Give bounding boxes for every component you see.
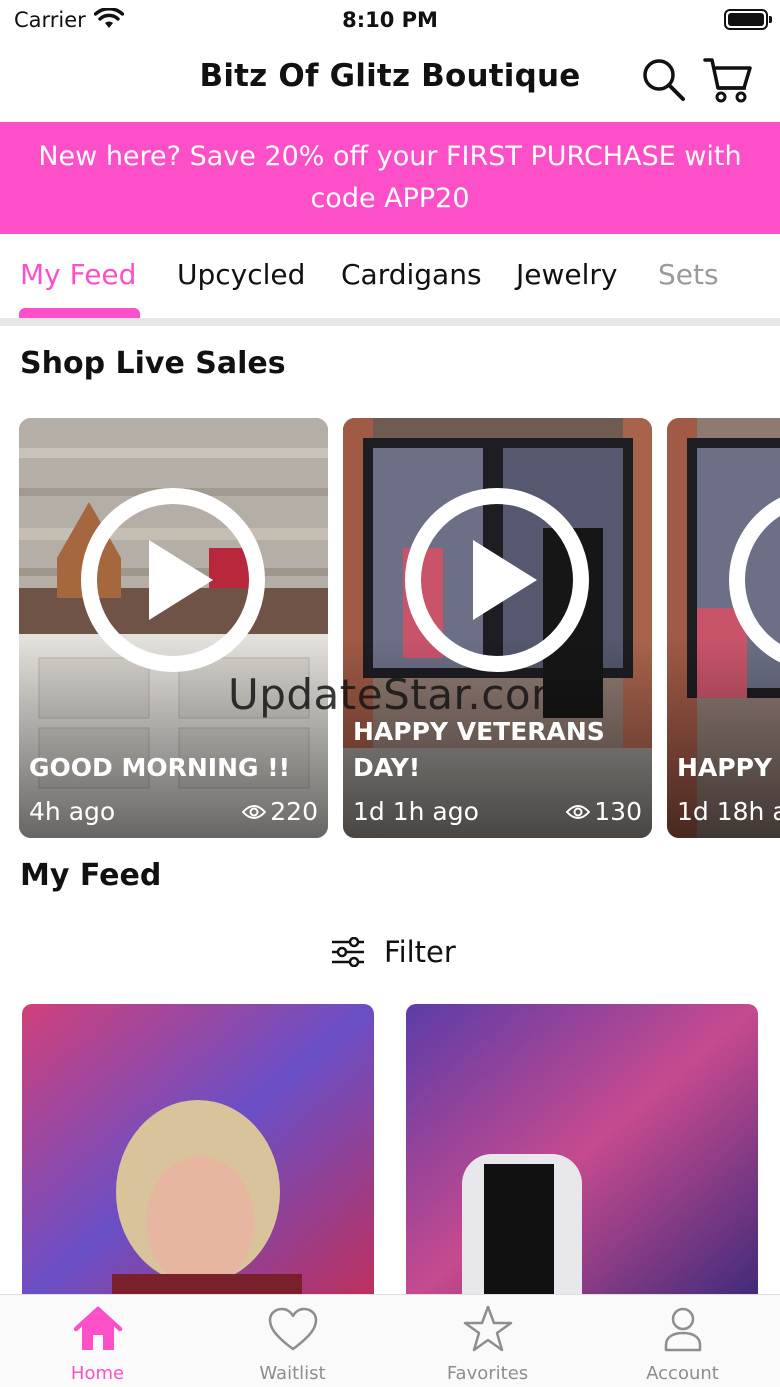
filter-sliders-icon xyxy=(332,937,364,967)
cart-icon[interactable] xyxy=(702,54,754,106)
tabs-divider xyxy=(0,318,780,326)
promo-banner[interactable]: New here? Save 20% off your FIRST PURCHA… xyxy=(0,122,780,234)
bottom-nav: Home Waitlist Favorites Account xyxy=(0,1294,780,1387)
filter-button[interactable]: Filter xyxy=(330,928,456,976)
home-icon xyxy=(73,1306,123,1350)
live-sales-carousel[interactable]: GOOD MORNING !! 4h ago 220 HAPPY VETERAN… xyxy=(0,418,780,838)
nav-account[interactable]: Account xyxy=(585,1295,780,1387)
live-card[interactable]: HAPPY T 1d 18h a xyxy=(667,418,780,838)
feed-item-image xyxy=(22,1004,374,1304)
heart-icon xyxy=(268,1307,318,1351)
filter-label: Filter xyxy=(384,935,456,969)
feed-heading: My Feed xyxy=(20,858,162,893)
promo-text: New here? Save 20% off your FIRST PURCHA… xyxy=(38,141,742,214)
feed-item-image xyxy=(406,1004,758,1304)
star-icon xyxy=(463,1305,513,1352)
nav-waitlist[interactable]: Waitlist xyxy=(195,1295,390,1387)
live-card-views: 130 xyxy=(566,797,642,826)
live-card-time: 1d 18h a xyxy=(677,797,780,826)
play-icon[interactable] xyxy=(401,484,593,676)
nav-label: Waitlist xyxy=(259,1363,326,1384)
nav-label: Favorites xyxy=(446,1363,529,1384)
app-header: Bitz Of Glitz Boutique xyxy=(0,40,780,122)
status-bar: Carrier 8:10 PM xyxy=(0,0,780,40)
person-icon xyxy=(664,1307,702,1352)
play-icon[interactable] xyxy=(725,484,780,676)
search-icon[interactable] xyxy=(640,56,686,102)
status-time: 8:10 PM xyxy=(342,8,438,32)
watermark: UpdateStar.com xyxy=(228,670,573,719)
nav-home[interactable]: Home xyxy=(0,1295,195,1387)
eye-icon xyxy=(566,804,591,819)
play-icon[interactable] xyxy=(77,484,269,676)
tab-sets[interactable]: Sets xyxy=(658,258,719,291)
live-card-view-count: 220 xyxy=(270,797,318,826)
live-card-view-count: 130 xyxy=(594,797,642,826)
battery-icon xyxy=(724,9,772,30)
nav-label: Home xyxy=(70,1363,125,1384)
live-card-views: 220 xyxy=(242,797,318,826)
tab-jewelry[interactable]: Jewelry xyxy=(516,258,617,291)
live-card[interactable]: HAPPY VETERANS DAY! 1d 1h ago 130 xyxy=(343,418,652,838)
nav-label: Account xyxy=(646,1363,719,1384)
feed-item[interactable] xyxy=(22,1004,374,1304)
live-card-title: HAPPY VETERANS DAY! xyxy=(353,717,605,782)
tab-upcycled[interactable]: Upcycled xyxy=(177,258,305,291)
active-tab-indicator xyxy=(19,308,140,318)
live-card-time: 1d 1h ago xyxy=(353,797,479,826)
live-card[interactable]: GOOD MORNING !! 4h ago 220 xyxy=(19,418,328,838)
feed-item[interactable] xyxy=(406,1004,758,1304)
live-card-title: GOOD MORNING !! xyxy=(29,753,291,782)
tab-cardigans[interactable]: Cardigans xyxy=(341,258,482,291)
live-sales-heading: Shop Live Sales xyxy=(20,346,286,381)
live-card-title: HAPPY T xyxy=(677,753,780,782)
live-card-time: 4h ago xyxy=(29,797,116,826)
tab-my-feed[interactable]: My Feed xyxy=(20,258,136,291)
eye-icon xyxy=(242,804,267,819)
nav-favorites[interactable]: Favorites xyxy=(390,1295,585,1387)
